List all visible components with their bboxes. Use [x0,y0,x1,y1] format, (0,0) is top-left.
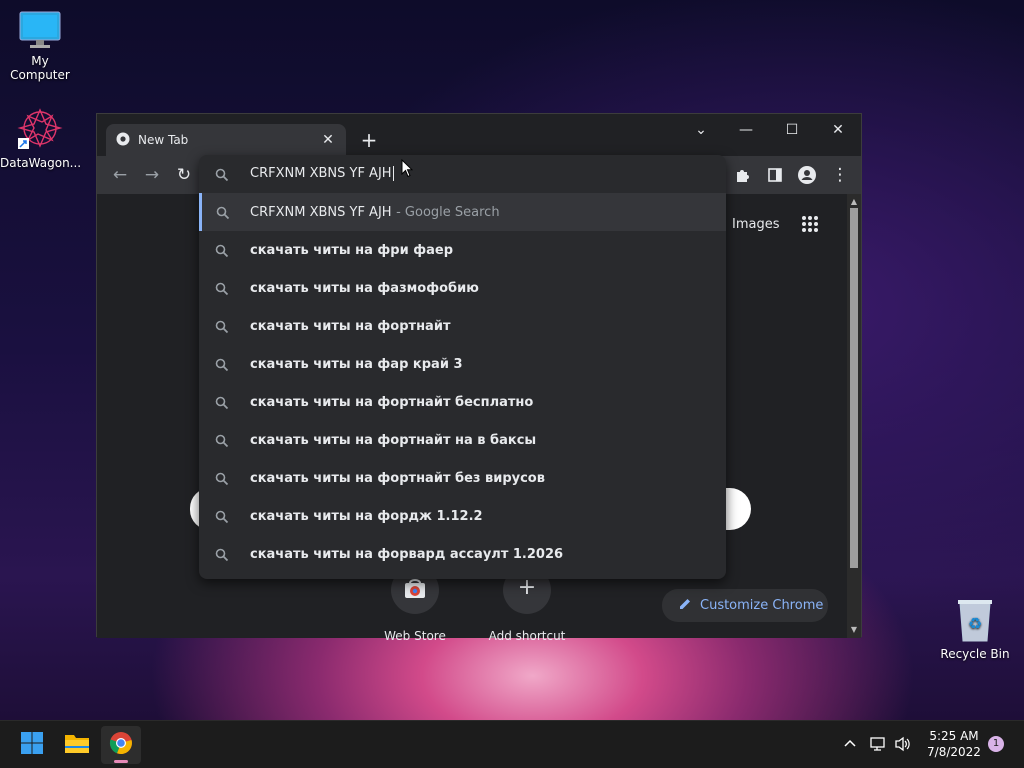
tab-new-tab[interactable]: New Tab ✕ [106,124,346,156]
images-link[interactable]: Images [732,217,780,232]
scrollbar-thumb[interactable] [850,208,858,568]
chevron-up-icon[interactable] [843,736,857,753]
search-icon [215,547,229,562]
notification-badge[interactable]: 1 [988,736,1004,752]
new-tab-button[interactable]: + [359,128,379,152]
windows-logo-icon [20,731,44,759]
suggestion-text: скачать читы на фортнайт бесплатно [250,394,534,410]
web-store-icon [404,579,426,603]
tile-label: Add shortcut [488,629,566,643]
folder-icon [64,732,90,758]
search-icon [215,509,229,524]
desktop-icon-recycle-bin[interactable]: ♻ Recycle Bin [935,597,1015,661]
apps-grid-icon[interactable] [802,216,818,236]
suggestion-text: скачать читы на фортнайт на в баксы [250,432,537,448]
mouse-cursor-icon [401,158,414,182]
omnibox-input[interactable]: CRFXNM XBNS YF AJH [199,155,726,193]
suggestion-item-selected[interactable]: CRFXNM XBNS YF AJH - Google Search [199,193,726,231]
extensions-puzzle-icon[interactable] [732,164,754,186]
desktop-icon-datawagon[interactable]: DataWagon... [0,106,82,170]
taskbar: 5:25 AM 7/8/2022 1 [0,720,1024,768]
tab-title: New Tab [138,133,189,147]
search-icon [215,167,229,182]
text-caret [392,166,394,181]
kebab-menu-icon[interactable]: ⋮ [829,164,851,186]
chrome-favicon-icon [116,131,130,150]
suggestion-text: скачать читы на фортнайт без вирусов [250,470,545,486]
network-icon[interactable] [870,736,888,755]
suggestion-item[interactable]: скачать читы на фри фаер [199,231,726,269]
omnibox-dropdown: CRFXNM XBNS YF AJH CRFXNM XBNS YF AJH - … [199,155,726,579]
search-icon [215,281,229,296]
omnibox-query: CRFXNM XBNS YF AJH [250,166,392,181]
search-icon [215,243,229,258]
suggestion-item[interactable]: скачать читы на фортнайт на в баксы [199,421,726,459]
file-explorer-button[interactable] [57,726,97,764]
search-icon [215,319,229,334]
suggestion-item[interactable]: скачать читы на фордж 1.12.2 [199,497,726,535]
suggestion-item[interactable]: скачать читы на фортнайт бесплатно [199,383,726,421]
datawagon-shortcut-icon [16,106,64,152]
suggestion-text: скачать читы на фар край 3 [250,356,463,372]
search-icon [215,433,229,448]
reload-icon[interactable]: ↻ [173,164,195,186]
suggestion-text: скачать читы на фортнайт [250,318,451,334]
desktop-icon-label: My Computer [10,54,70,82]
recycle-bin-icon: ♻ [955,597,995,643]
tab-search-dropdown-icon[interactable]: ⌄ [678,118,724,142]
monitor-icon [18,10,62,50]
chrome-logo-icon [109,731,133,759]
pencil-icon [678,597,692,615]
search-icon [215,395,229,410]
customize-chrome-button[interactable]: Customize Chrome [662,589,828,622]
suggestion-item[interactable]: скачать читы на фортнайт [199,307,726,345]
suggestion-text: скачать читы на фордж 1.12.2 [250,508,483,524]
tab-strip: New Tab ✕ + ⌄ — ☐ ✕ [97,114,861,156]
customize-label: Customize Chrome [700,598,824,613]
suggestion-hint: - Google Search [396,204,500,220]
back-arrow-icon[interactable]: ← [109,164,131,186]
vertical-scrollbar[interactable]: ▲ ▼ [847,194,861,638]
desktop-icon-label: DataWagon... [0,156,82,170]
scroll-up-icon[interactable]: ▲ [847,196,861,208]
clock[interactable]: 5:25 AM 7/8/2022 [922,729,986,759]
suggestion-text: скачать читы на фазмофобию [250,280,479,296]
tab-close-icon[interactable]: ✕ [320,132,336,148]
suggestion-text: скачать читы на фри фаер [250,242,454,258]
start-button[interactable] [12,726,52,764]
close-window-button[interactable]: ✕ [815,118,861,142]
suggestion-item[interactable]: скачать читы на фар край 3 [199,345,726,383]
suggestion-item[interactable]: скачать читы на фортнайт без вирусов [199,459,726,497]
suggestion-item[interactable]: скачать читы на фазмофобию [199,269,726,307]
search-icon [215,357,229,372]
suggestion-query: CRFXNM XBNS YF AJH [250,204,392,220]
side-panel-icon[interactable] [764,164,786,186]
suggestion-item[interactable]: скачать читы на форвард ассаулт 1.2026 [199,535,726,573]
chrome-taskbar-button[interactable] [101,726,141,764]
search-icon [215,471,229,486]
active-indicator [114,760,128,763]
tile-label: Web Store [384,629,446,643]
scroll-down-icon[interactable]: ▼ [847,624,861,636]
desktop-icon-label: Recycle Bin [940,647,1010,661]
desktop-icon-my-computer[interactable]: My Computer [0,10,80,82]
maximize-button[interactable]: ☐ [769,118,815,142]
profile-avatar-icon[interactable] [796,164,818,186]
svg-text:♻: ♻ [968,614,982,633]
suggestion-text: скачать читы на форвард ассаулт 1.2026 [250,546,564,562]
minimize-button[interactable]: — [723,118,769,142]
forward-arrow-icon[interactable]: → [141,164,163,186]
clock-time: 5:25 AM [929,729,979,743]
search-icon [216,205,230,220]
omnibox-query-wrap: CRFXNM XBNS YF AJH [250,166,394,181]
volume-icon[interactable] [894,736,912,755]
clock-date: 7/8/2022 [927,745,981,759]
suggestion-text: CRFXNM XBNS YF AJH - Google Search [250,205,500,220]
